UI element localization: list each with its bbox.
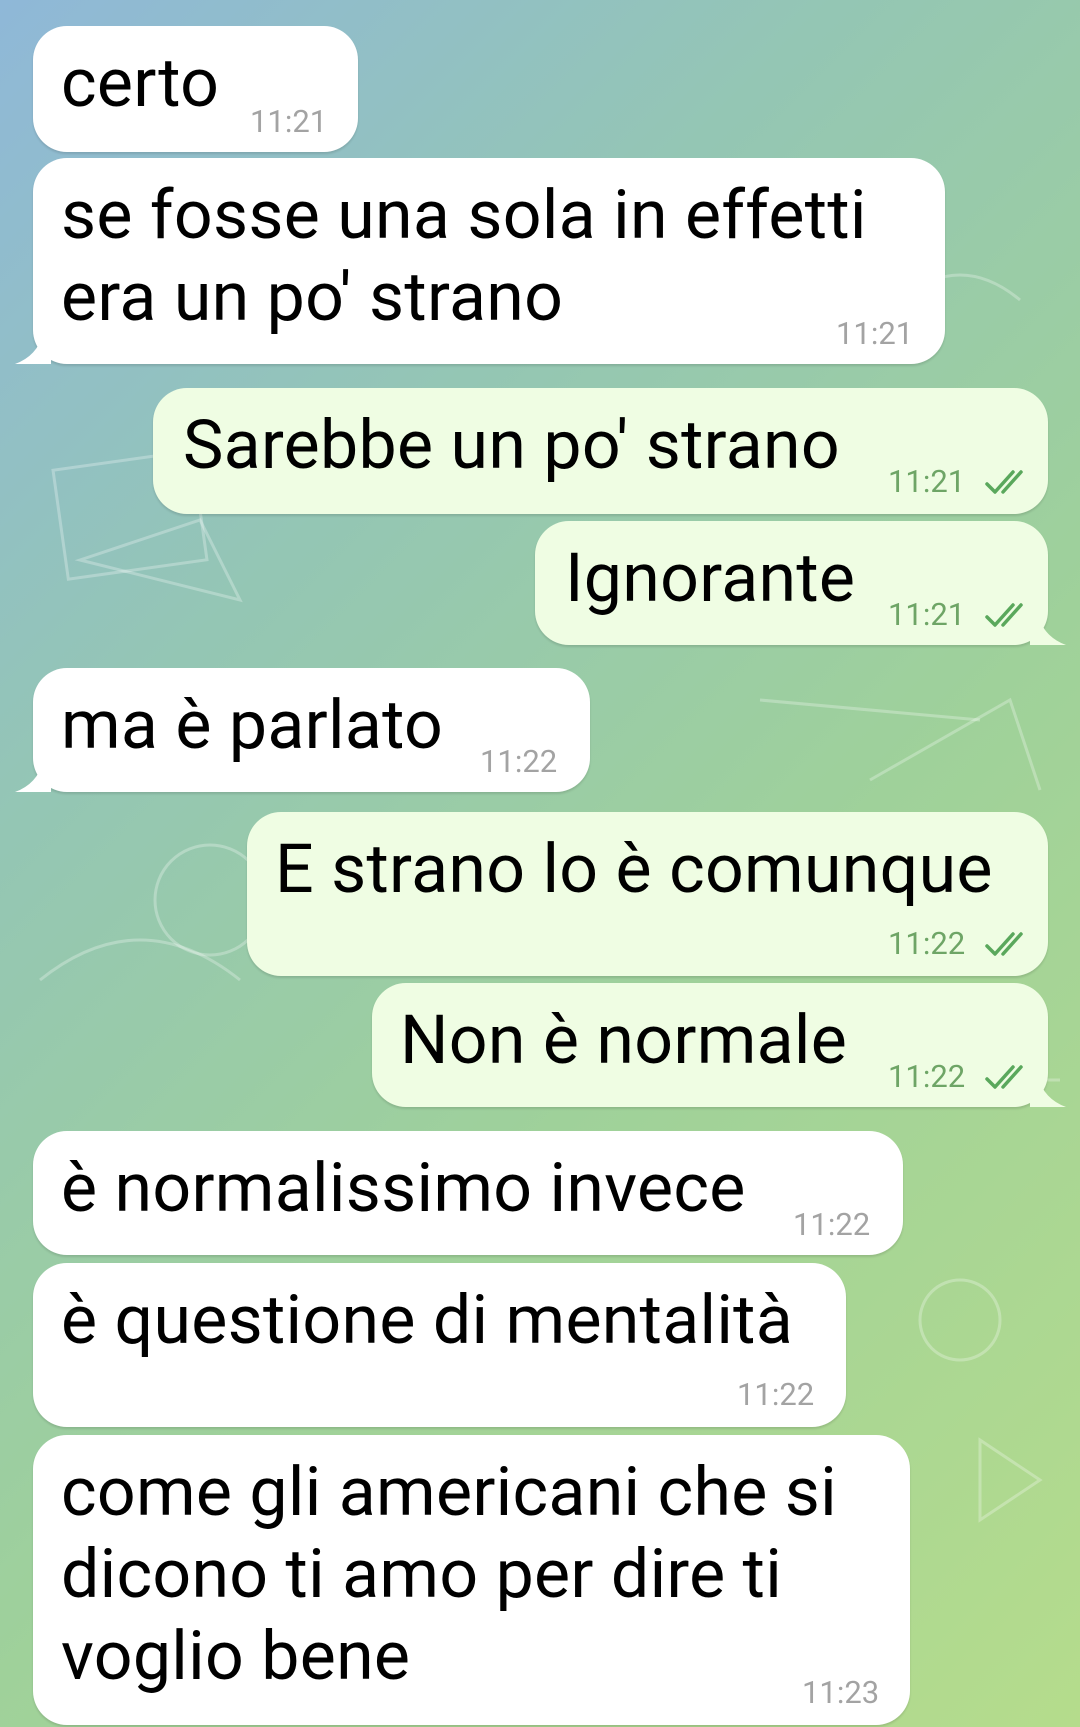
message-text: come gli americani che si dicono ti amo … (61, 1452, 837, 1696)
message-text: ma è parlato (61, 685, 444, 765)
bubble-tail (1030, 1077, 1066, 1107)
message-time: 11:22 (793, 1206, 871, 1243)
message-text: certo (61, 43, 220, 123)
incoming-message[interactable]: è normalissimo invece 11:22 (33, 1131, 903, 1255)
message-time: 11:21 (836, 315, 914, 352)
bubble-tail (15, 334, 51, 364)
message-time: 11:22 (480, 743, 558, 780)
message-text: Ignorante (565, 538, 856, 618)
bubble-tail (15, 762, 51, 792)
outgoing-message[interactable]: E strano lo è comunque 11:22 (247, 812, 1048, 976)
message-text: è normalissimo invece (61, 1148, 746, 1228)
message-time: 11:21 (888, 463, 966, 500)
read-double-check-icon (985, 1065, 1023, 1089)
message-time: 11:23 (802, 1674, 880, 1711)
incoming-message[interactable]: come gli americani che si dicono ti amo … (33, 1435, 910, 1725)
message-time: 11:22 (888, 925, 966, 962)
outgoing-message[interactable]: Sarebbe un po' strano 11:21 (153, 388, 1048, 514)
message-text: E strano lo è comunque (275, 829, 993, 909)
message-text: Sarebbe un po' strano (183, 405, 840, 485)
message-time: 11:22 (888, 1058, 966, 1095)
outgoing-message[interactable]: Non è normale 11:22 (372, 983, 1048, 1107)
message-list[interactable]: certo 11:21 se fosse una sola in effetti… (0, 0, 1080, 1727)
read-double-check-icon (985, 470, 1023, 494)
message-time: 11:21 (888, 596, 966, 633)
bubble-tail (1030, 615, 1066, 645)
incoming-message[interactable]: certo 11:21 (33, 26, 358, 152)
message-time: 11:22 (737, 1376, 815, 1413)
read-double-check-icon (985, 603, 1023, 627)
incoming-message[interactable]: se fosse una sola in effetti era un po' … (33, 158, 945, 364)
read-double-check-icon (985, 932, 1023, 956)
message-text: se fosse una sola in effetti era un po' … (61, 175, 867, 337)
message-text: è questione di mentalità (61, 1280, 793, 1360)
message-time: 11:21 (250, 103, 328, 140)
message-text: Non è normale (400, 1000, 848, 1080)
incoming-message[interactable]: è questione di mentalità 11:22 (33, 1263, 846, 1427)
outgoing-message[interactable]: Ignorante 11:21 (535, 521, 1048, 645)
incoming-message[interactable]: ma è parlato 11:22 (33, 668, 590, 792)
